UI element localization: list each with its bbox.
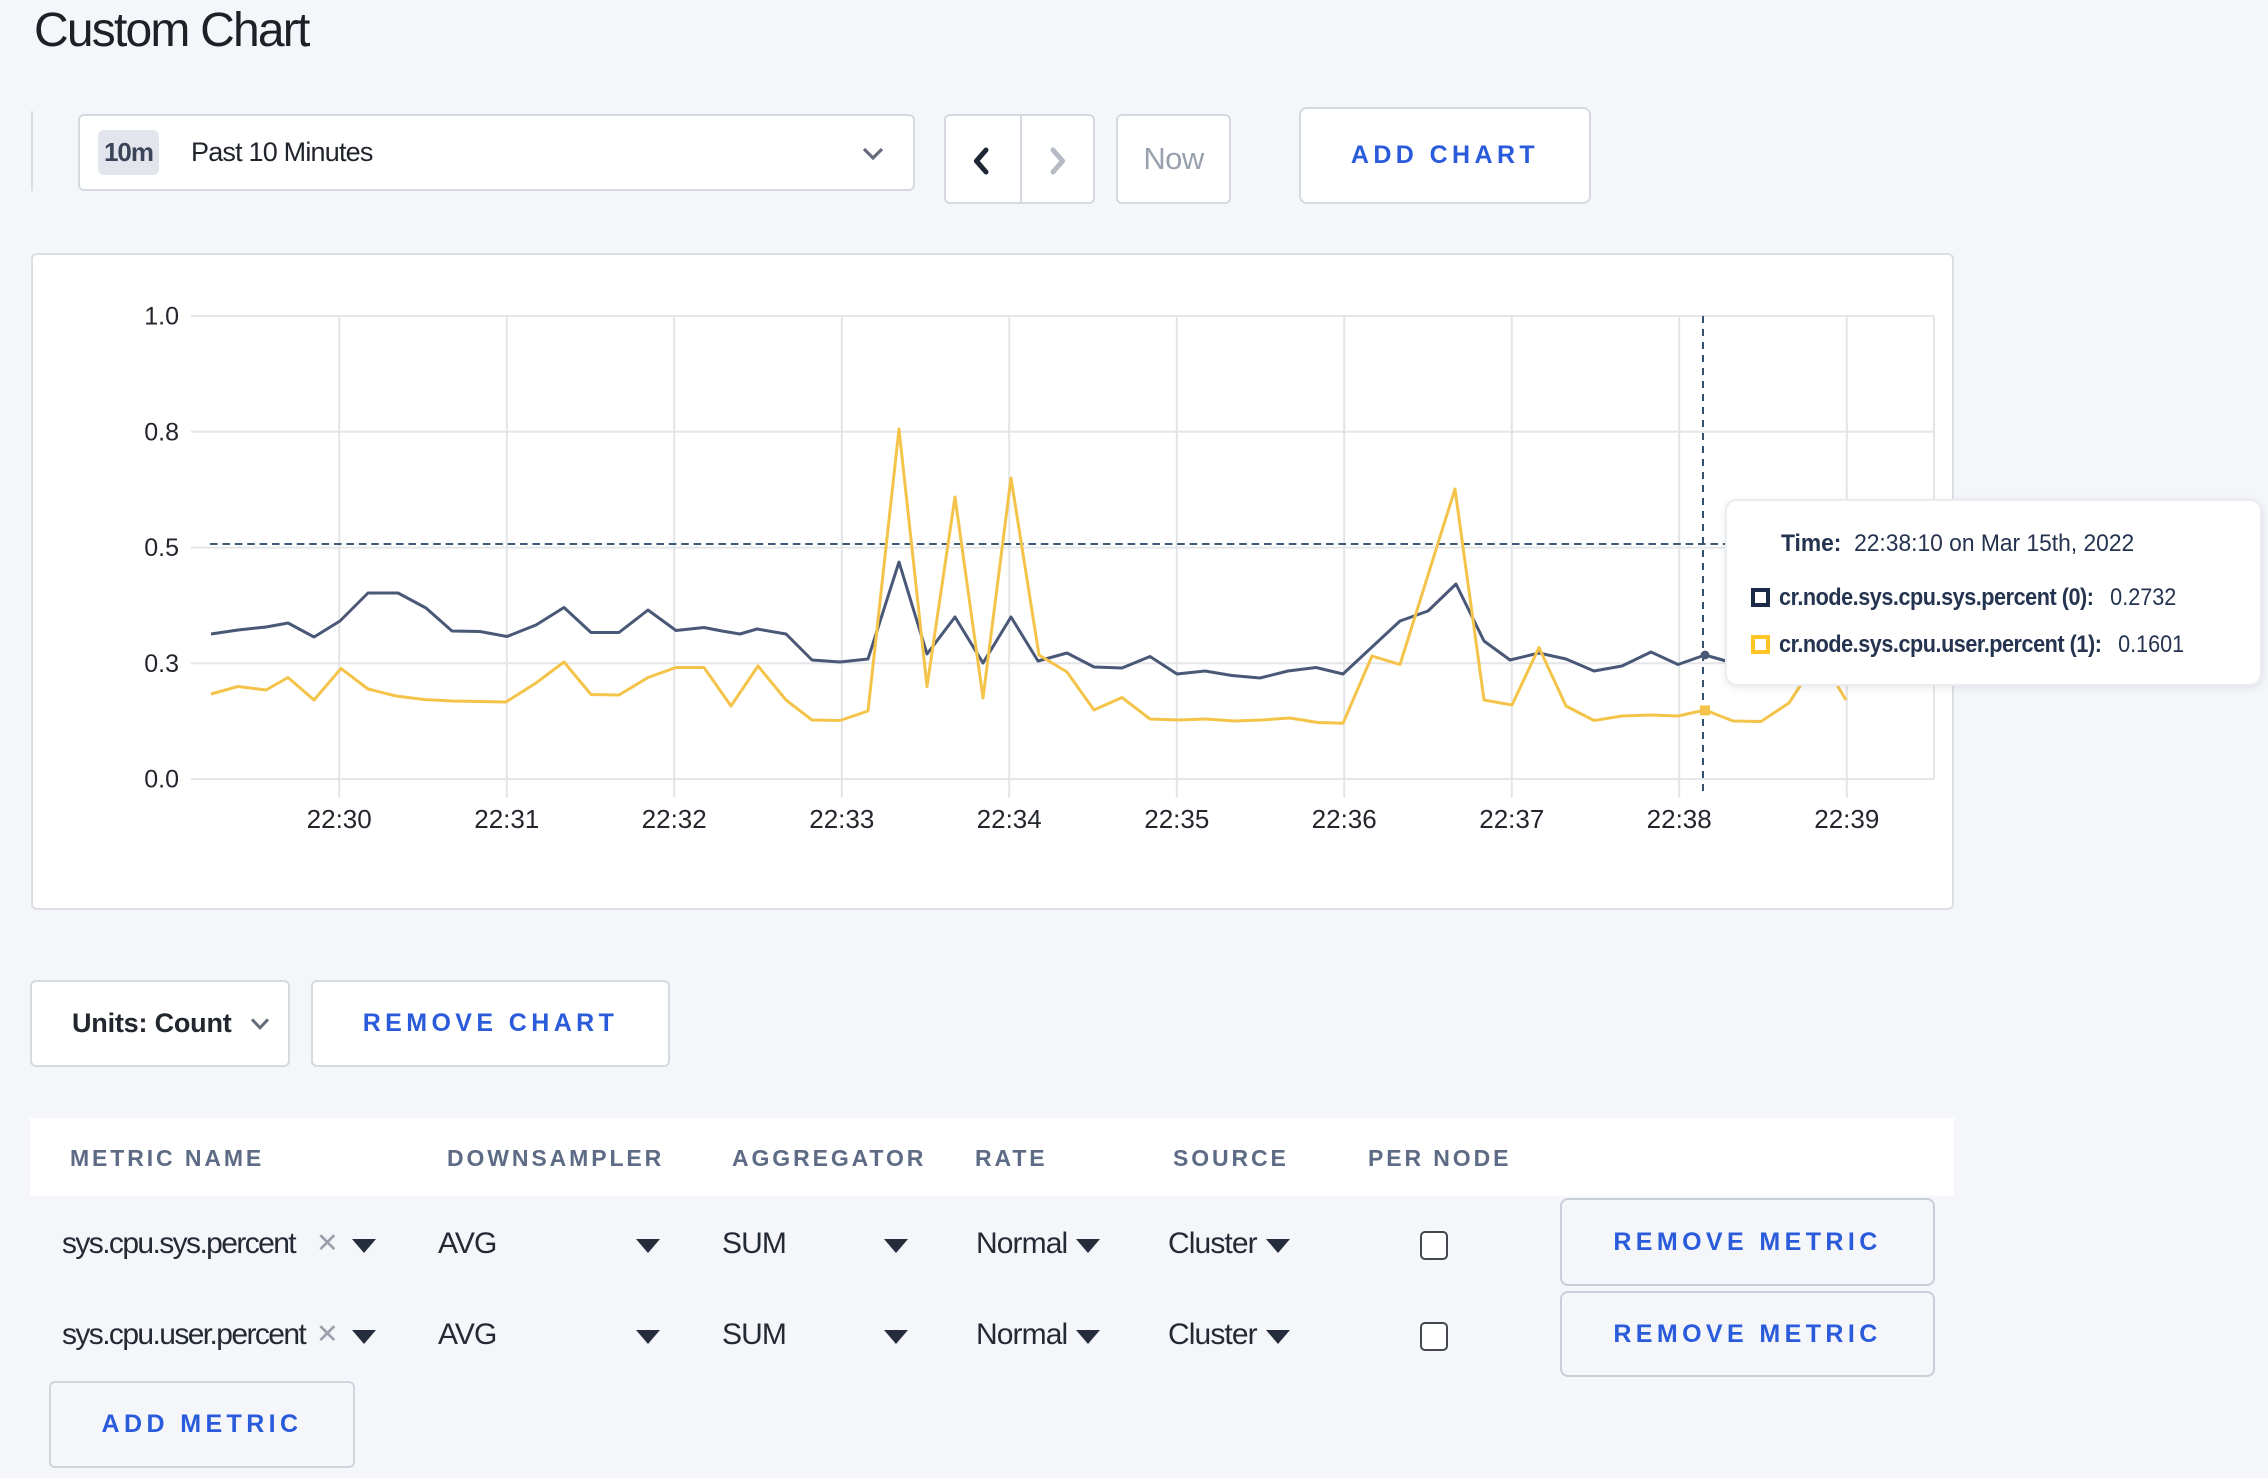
svg-text:22:39: 22:39 bbox=[1814, 804, 1879, 834]
svg-text:0.8: 0.8 bbox=[144, 418, 179, 446]
svg-text:1.0: 1.0 bbox=[144, 303, 179, 331]
svg-text:22:36: 22:36 bbox=[1312, 804, 1377, 834]
svg-text:0.5: 0.5 bbox=[144, 534, 179, 562]
svg-text:22:32: 22:32 bbox=[642, 804, 707, 834]
svg-text:22:34: 22:34 bbox=[977, 804, 1042, 834]
svg-text:22:30: 22:30 bbox=[307, 804, 372, 834]
svg-text:0.3: 0.3 bbox=[144, 650, 179, 678]
svg-text:22:33: 22:33 bbox=[809, 804, 874, 834]
svg-text:22:37: 22:37 bbox=[1479, 804, 1544, 834]
svg-text:22:35: 22:35 bbox=[1144, 804, 1209, 834]
svg-text:22:31: 22:31 bbox=[474, 804, 539, 834]
svg-text:22:38: 22:38 bbox=[1647, 804, 1712, 834]
svg-text:0.0: 0.0 bbox=[144, 766, 179, 794]
